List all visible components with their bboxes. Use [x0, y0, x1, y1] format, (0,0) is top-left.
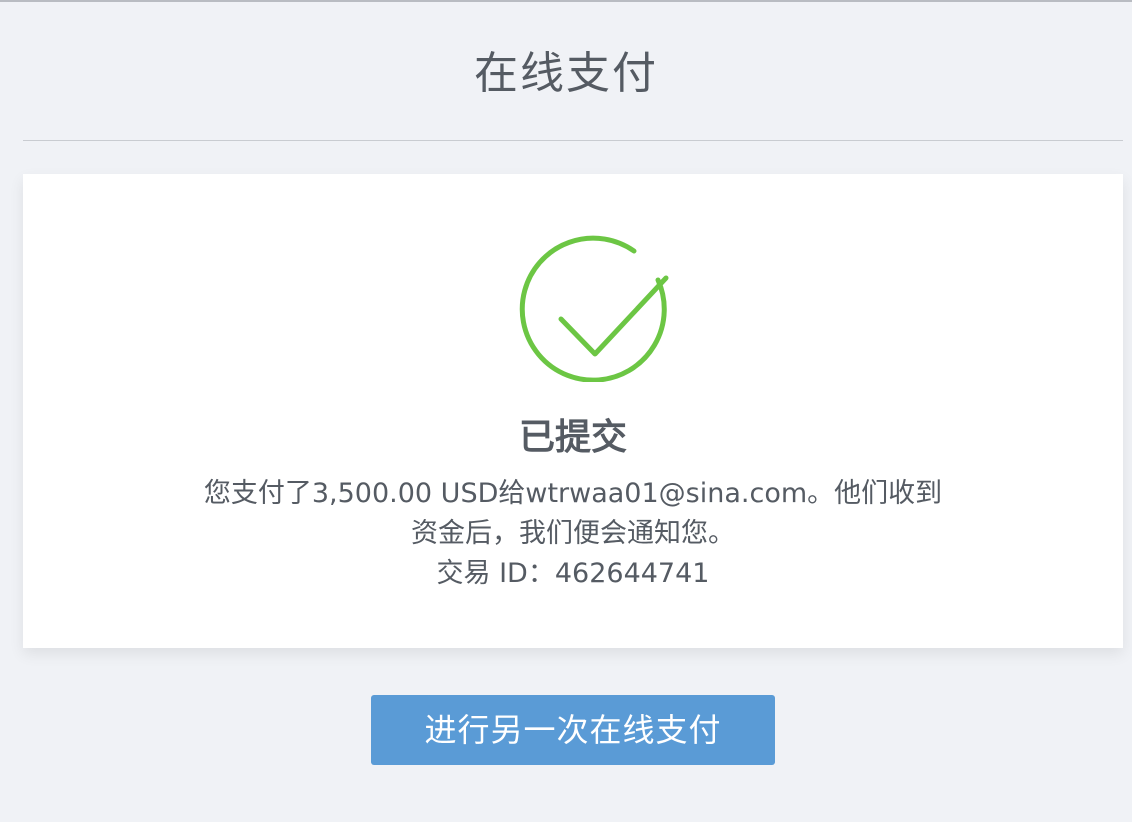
check-circle-icon	[519, 235, 669, 382]
transaction-id: 462644741	[554, 558, 710, 589]
transaction-line: 交易 ID：462644741	[23, 554, 1123, 594]
top-border	[0, 0, 1132, 2]
payment-message: 您支付了3,500.00 USD给wtrwaa01@sina.com。他们收到资…	[203, 478, 943, 549]
result-card: 已提交 您支付了3,500.00 USD给wtrwaa01@sina.com。他…	[23, 174, 1123, 648]
status-heading: 已提交	[518, 417, 627, 458]
page-title: 在线支付	[474, 48, 658, 99]
new-payment-button[interactable]: 进行另一次在线支付	[371, 695, 775, 765]
title-divider	[23, 140, 1123, 141]
transaction-label: 交易 ID：	[436, 558, 555, 589]
